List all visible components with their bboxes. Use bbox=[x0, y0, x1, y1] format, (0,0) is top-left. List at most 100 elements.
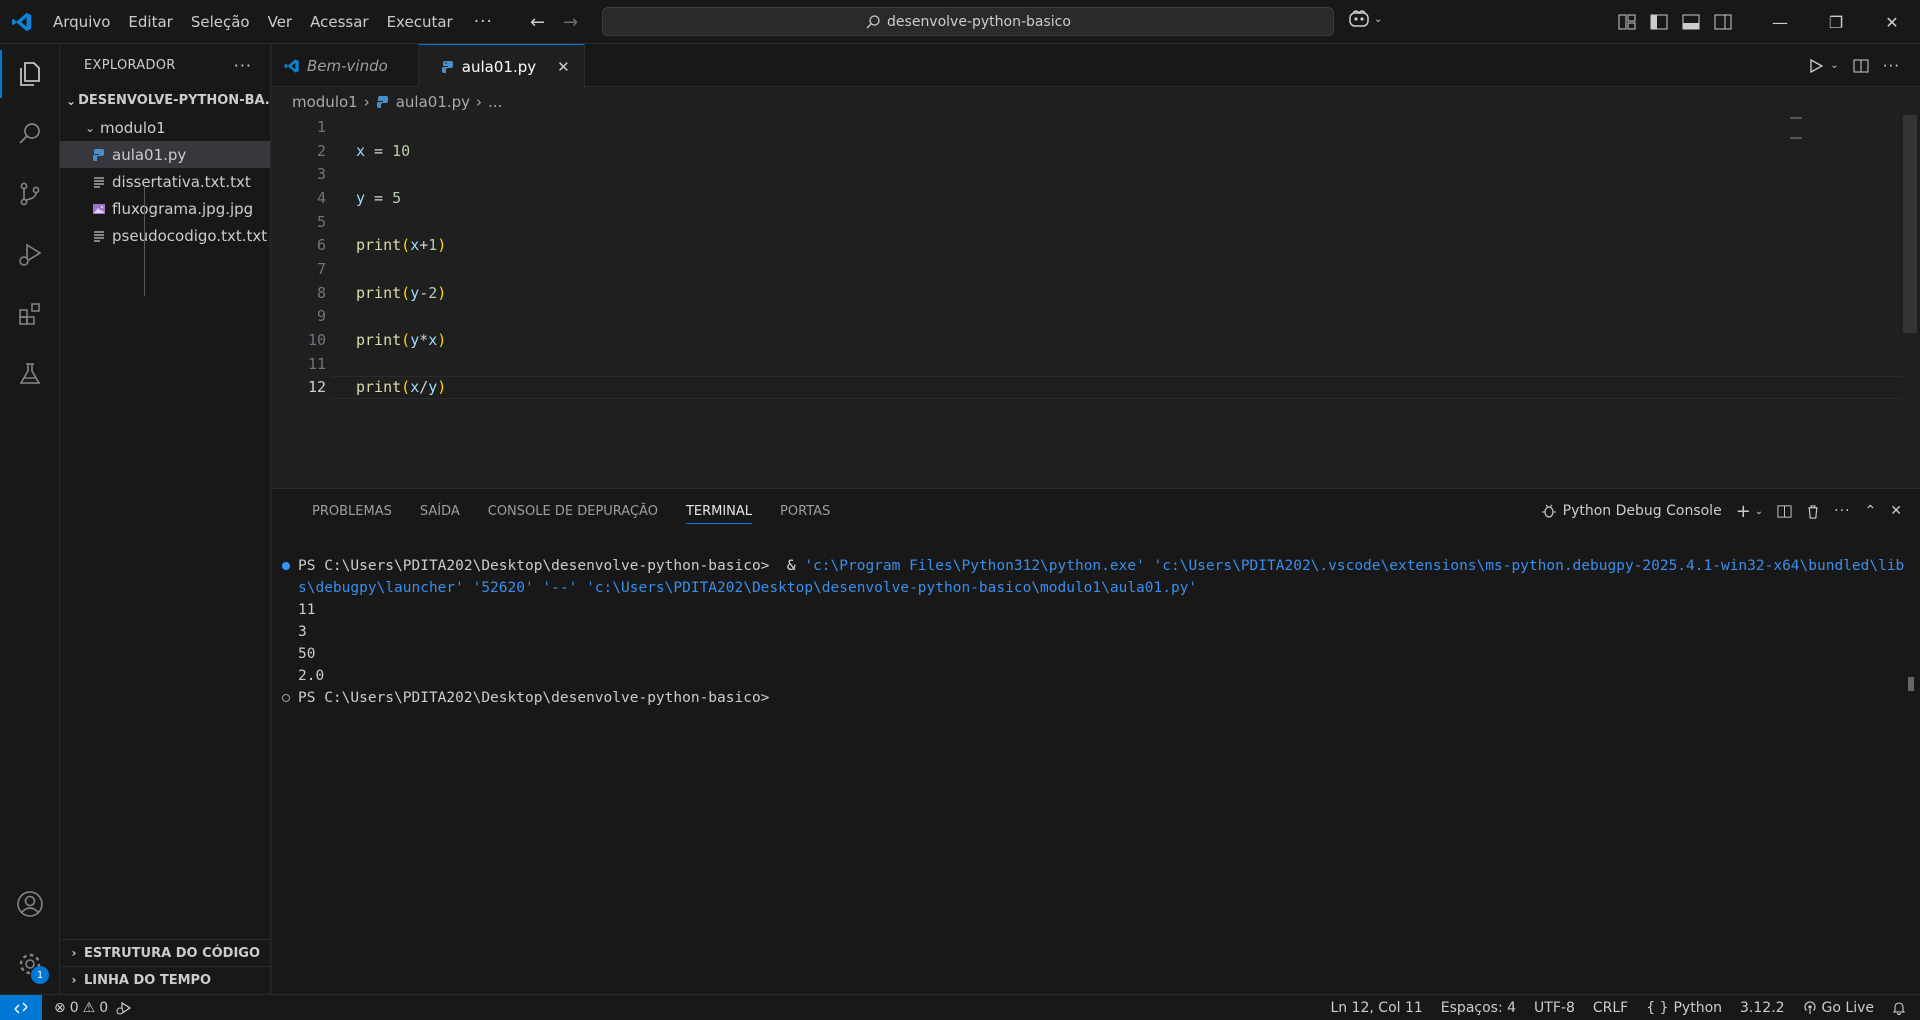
timeline-section[interactable]: › LINHA DO TEMPO bbox=[60, 966, 271, 993]
breadcrumb-file[interactable]: aula01.py bbox=[396, 93, 470, 111]
file-item[interactable]: dissertativa.txt.txt bbox=[60, 168, 270, 195]
chevron-right-icon: › bbox=[71, 973, 77, 987]
toggle-panel-icon[interactable] bbox=[1682, 14, 1700, 30]
editor-more-icon[interactable]: ··· bbox=[1883, 57, 1900, 75]
line-number: 1 bbox=[316, 117, 326, 136]
panel-tab[interactable]: PORTAS bbox=[766, 489, 844, 533]
editor-scrollbar[interactable] bbox=[1903, 115, 1917, 333]
panel-tab[interactable]: PROBLEMAS bbox=[298, 489, 406, 533]
workspace-root-folder[interactable]: ⌄ DESENVOLVE-PYTHON-BA... bbox=[60, 87, 270, 114]
explorer-icon[interactable] bbox=[0, 44, 60, 104]
outline-section-label: ESTRUTURA DO CÓDIGO bbox=[84, 945, 261, 961]
tab-welcome[interactable]: Bem-vindo bbox=[272, 44, 419, 87]
code-text: print(x+1) bbox=[326, 236, 446, 254]
new-terminal-icon[interactable]: + bbox=[1736, 501, 1751, 522]
code-token: x bbox=[410, 236, 420, 255]
line-endings[interactable]: CRLF bbox=[1584, 1000, 1637, 1016]
panel-more-icon[interactable]: ··· bbox=[1834, 503, 1850, 519]
remote-indicator-icon[interactable] bbox=[0, 994, 42, 1020]
menu-item[interactable]: Executar bbox=[378, 0, 462, 44]
terminal-output: 11 3 50 2.0 bbox=[272, 599, 1920, 687]
file-item[interactable]: pseudocodigo.txt.txt bbox=[60, 222, 270, 249]
encoding[interactable]: UTF-8 bbox=[1525, 1000, 1584, 1016]
terminal-name[interactable]: Python Debug Console bbox=[1563, 503, 1722, 519]
file-label: dissertativa.txt.txt bbox=[112, 172, 251, 191]
indentation[interactable]: Espaços: 4 bbox=[1432, 1000, 1525, 1016]
panel-tab[interactable]: TERMINAL bbox=[672, 489, 766, 533]
breadcrumb-folder[interactable]: modulo1 bbox=[292, 93, 358, 111]
code-token: ( bbox=[401, 236, 411, 255]
python-version[interactable]: 3.12.2 bbox=[1731, 1000, 1794, 1016]
command-center-search[interactable]: desenvolve-python-basico bbox=[602, 7, 1334, 36]
command-pending-dot-icon bbox=[282, 694, 290, 702]
layout-controls bbox=[1618, 0, 1732, 44]
minimize-icon[interactable]: — bbox=[1752, 0, 1808, 44]
menu-item[interactable]: Acessar bbox=[301, 0, 377, 44]
outline-section[interactable]: › ESTRUTURA DO CÓDIGO bbox=[60, 939, 271, 966]
status-left: ⊗ 0 ⚠ 0 bbox=[42, 1000, 132, 1016]
notifications-bell-icon[interactable] bbox=[1883, 1001, 1920, 1015]
close-window-icon[interactable]: ✕ bbox=[1864, 0, 1920, 44]
menu-bar: Arquivo Editar Seleção Ver Acessar Executar ··… bbox=[44, 0, 505, 44]
terminal-output-line: 3 bbox=[298, 624, 307, 640]
chevron-down-icon[interactable]: ⌄ bbox=[1830, 60, 1838, 71]
restore-icon[interactable]: ❐ bbox=[1808, 0, 1864, 44]
menu-more-icon[interactable]: ··· bbox=[462, 12, 505, 32]
back-arrow-icon[interactable]: ← bbox=[530, 12, 545, 33]
go-live-label: Go Live bbox=[1821, 1000, 1874, 1016]
breadcrumb-symbols[interactable]: ... bbox=[488, 93, 502, 111]
source-control-icon[interactable] bbox=[0, 164, 60, 224]
toggle-secondary-sidebar-icon[interactable] bbox=[1714, 14, 1732, 30]
terminal-output-line: 2.0 bbox=[298, 668, 325, 684]
close-tab-icon[interactable]: ✕ bbox=[557, 58, 570, 76]
line-number: 6 bbox=[316, 236, 326, 255]
close-panel-icon[interactable]: ✕ bbox=[1890, 503, 1902, 519]
menu-item[interactable]: Editar bbox=[119, 0, 181, 44]
copilot-button[interactable]: ⌄ bbox=[1348, 9, 1382, 29]
terminal-scrollbar[interactable] bbox=[1908, 677, 1914, 691]
run-python-file-icon[interactable] bbox=[1808, 58, 1824, 74]
search-icon[interactable] bbox=[0, 104, 60, 164]
chevron-down-icon[interactable]: ⌄ bbox=[1755, 506, 1763, 517]
code-text: x = 10 bbox=[326, 142, 410, 160]
go-live-button[interactable]: Go Live bbox=[1794, 1000, 1883, 1016]
more-actions-icon[interactable]: ··· bbox=[234, 56, 252, 75]
accounts-icon[interactable] bbox=[0, 874, 60, 934]
menu-item[interactable]: Ver bbox=[259, 0, 302, 44]
run-and-debug-icon[interactable] bbox=[0, 224, 60, 284]
extensions-icon[interactable] bbox=[0, 284, 60, 344]
trash-icon[interactable] bbox=[1806, 504, 1820, 519]
language-mode[interactable]: { } Python bbox=[1637, 1000, 1731, 1016]
customize-layout-icon[interactable] bbox=[1618, 14, 1636, 30]
menu-item[interactable]: Arquivo bbox=[44, 0, 119, 44]
forward-arrow-icon[interactable]: → bbox=[563, 12, 578, 33]
braces-icon: { } bbox=[1646, 1000, 1669, 1016]
split-terminal-icon[interactable] bbox=[1777, 504, 1792, 519]
toggle-primary-sidebar-icon[interactable] bbox=[1650, 14, 1668, 30]
cursor-position[interactable]: Ln 12, Col 11 bbox=[1321, 1000, 1431, 1016]
panel-tab[interactable]: CONSOLE DE DEPURAÇÃO bbox=[474, 489, 672, 533]
activity-bar: 1 bbox=[0, 44, 60, 994]
panel-tab[interactable]: SAÍDA bbox=[406, 489, 474, 533]
folder-modulo1[interactable]: ⌄ modulo1 bbox=[60, 114, 270, 141]
file-item[interactable]: aula01.py bbox=[60, 141, 270, 168]
menu-item[interactable]: Seleção bbox=[182, 0, 259, 44]
editor-actions: ⌄ ··· bbox=[1808, 44, 1900, 87]
tab-aula01-py[interactable]: aula01.py ✕ bbox=[418, 44, 585, 88]
tree-indent-guide bbox=[144, 186, 145, 296]
testing-icon[interactable] bbox=[0, 344, 60, 404]
terminal[interactable]: PS C:\Users\PDITA202\Desktop\desenvolve-… bbox=[272, 555, 1920, 709]
terminal-prompt-text: PS C:\Users\PDITA202\Desktop\desenvolve-… bbox=[298, 690, 770, 706]
split-editor-icon[interactable] bbox=[1853, 58, 1869, 74]
file-item[interactable]: fluxograma.jpg.jpg bbox=[60, 195, 270, 222]
maximize-panel-icon[interactable]: ⌃ bbox=[1865, 503, 1877, 519]
explorer-header: EXPLORADOR ··· bbox=[60, 44, 270, 87]
chevron-down-icon: ⌄ bbox=[66, 93, 77, 108]
code-line: 9 bbox=[272, 305, 1902, 329]
debug-status-icon[interactable] bbox=[116, 1001, 132, 1015]
vscode-logo-icon[interactable] bbox=[0, 0, 44, 44]
problems-status[interactable]: ⊗ 0 ⚠ 0 bbox=[54, 1000, 108, 1016]
code-editor[interactable]: 12x = 10 3 4 y = 5 5 6 print(x+1) 7 8 print(y-2) 9… bbox=[272, 115, 1902, 485]
explorer-title: EXPLORADOR bbox=[84, 58, 176, 73]
manage-gear-icon[interactable]: 1 bbox=[0, 934, 60, 994]
